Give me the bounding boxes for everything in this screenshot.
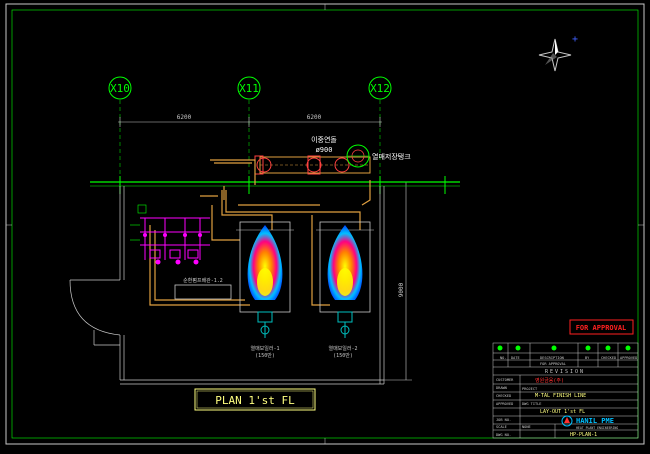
- rev-col-approved: APPROVED: [620, 356, 637, 360]
- plan-title: PLAN 1'st FL: [215, 394, 295, 407]
- rev-col-by: BY: [585, 356, 590, 360]
- grid-label-x12: X12: [370, 82, 390, 95]
- dwg-title-value: LAY-OUT 1'st FL: [540, 409, 585, 415]
- control-panel: 순환펌프배관-1.2: [174, 277, 232, 300]
- stack-label: 이중연돌: [311, 135, 337, 144]
- project-label: PROJECT: [522, 387, 538, 391]
- cad-drawing-viewport[interactable]: + X10 X11 X12 6200 6200 9000 이중연돌 ø900 열…: [0, 0, 650, 450]
- dimension-top: 6200 6200: [118, 114, 382, 127]
- grid-line-x10: X10: [108, 76, 132, 180]
- rev-row-1: FOR APPROVAL: [540, 362, 566, 366]
- compass-marker: +: [572, 34, 578, 45]
- job-label: JOB NO.: [496, 418, 511, 422]
- company-subtitle: HEAT PLANT ENGINEERING: [576, 426, 618, 430]
- drawing-canvas: + X10 X11 X12 6200 6200 9000 이중연돌 ø900 열…: [5, 3, 645, 445]
- rev-col-checked: CHECKED: [601, 356, 616, 360]
- drawn-label: DRAWN: [496, 386, 507, 390]
- revision-header: REVISION: [545, 369, 585, 375]
- stamp-text: FOR APPROVAL: [576, 324, 627, 332]
- pump-valves: [143, 233, 202, 265]
- company-name: HANIL PME: [576, 417, 614, 425]
- scale-label: SCALE: [496, 425, 507, 429]
- dwg-no-value: HP-PLAN-1: [570, 432, 597, 438]
- grid-line-horizontal: [90, 176, 460, 194]
- heater-1-label: 열매보일러-1: [250, 345, 279, 352]
- checked-label: CHECKED: [496, 394, 511, 398]
- approval-stamp: FOR APPROVAL: [569, 319, 634, 335]
- customer-value: 영원금융(주): [535, 377, 564, 384]
- rev-col-date: DATE: [511, 356, 520, 360]
- heater-2-label: 열매보일러-2: [328, 345, 357, 352]
- heater-2-capacity: (150만): [333, 352, 353, 359]
- dimension-label: 6200: [177, 114, 192, 121]
- dimension-right: 9000: [384, 181, 412, 381]
- tank-label: 열매저장탱크: [372, 152, 411, 161]
- company-logo-icon: [561, 415, 573, 427]
- heater-1-capacity: (150만): [255, 352, 275, 359]
- dimension-label: 6200: [307, 114, 322, 121]
- grid-label-x10: X10: [110, 82, 130, 95]
- north-arrow-icon: [538, 38, 572, 72]
- customer-label: CUSTOMER: [496, 378, 514, 382]
- storage-tank: [346, 144, 370, 168]
- panel-label: 순환펌프배관-1.2: [183, 277, 223, 284]
- heater-1: [236, 221, 294, 338]
- grid-label-x11: X11: [239, 82, 259, 95]
- dwg-no-label: DWG NO.: [496, 433, 511, 437]
- project-value: M-TAL FINISH LINE: [535, 393, 586, 399]
- rev-col-no: NO.: [500, 356, 507, 360]
- dimension-label: 9000: [398, 282, 405, 297]
- scale-value: NONE: [522, 425, 531, 429]
- approved-label: APPROVED: [496, 402, 513, 406]
- revision-dots: [497, 345, 631, 351]
- grid-line-x12: X12: [368, 76, 392, 180]
- heater-2: [316, 221, 374, 338]
- plan-title-box: PLAN 1'st FL: [194, 388, 316, 411]
- rev-col-description: DESCRIPTION: [540, 356, 564, 360]
- stack-size-label: ø900: [316, 146, 333, 154]
- dwg-title-label: DWG TITLE: [522, 402, 541, 406]
